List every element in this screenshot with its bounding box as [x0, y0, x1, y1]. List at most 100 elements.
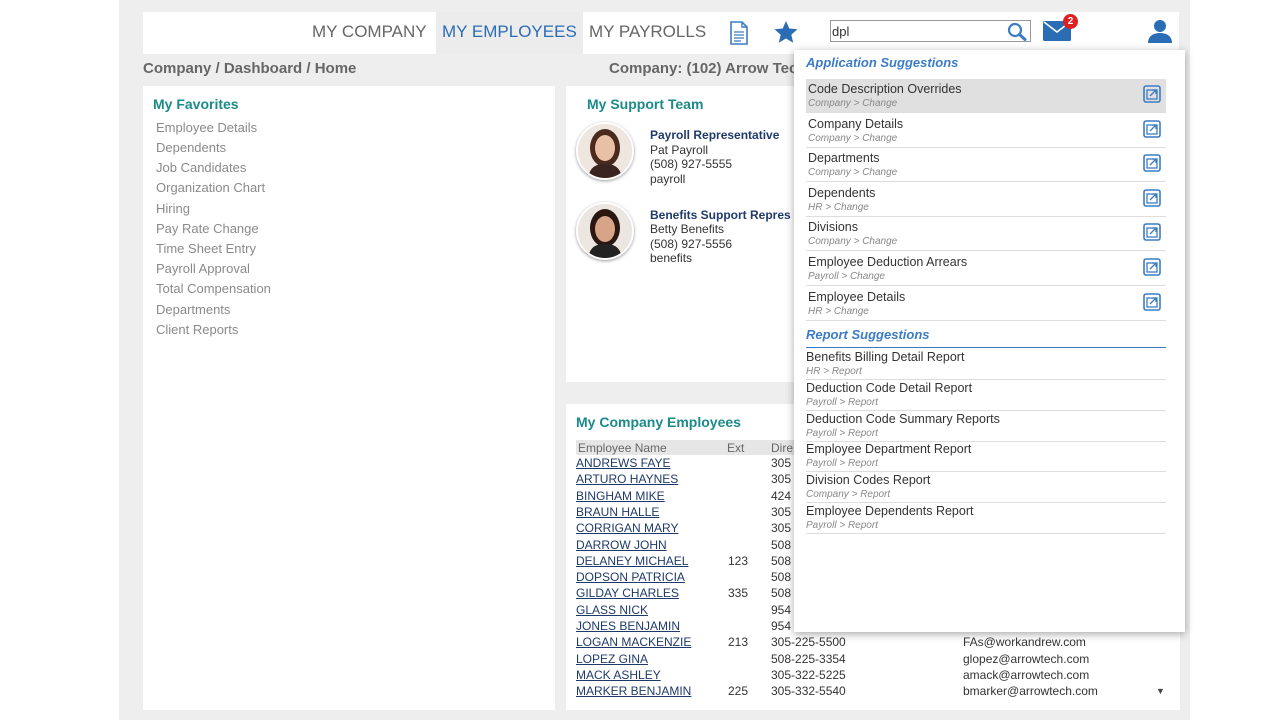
employee-name-link[interactable]: JONES BENJAMIN [576, 619, 680, 633]
employee-name-link[interactable]: BRAUN HALLE [576, 505, 659, 519]
support-email[interactable]: payroll [650, 172, 685, 186]
support-name: Betty Benefits [650, 222, 725, 236]
search-input[interactable] [831, 21, 1002, 40]
suggestion-title: Employee Department Report [806, 442, 972, 457]
open-window-icon[interactable] [1143, 119, 1161, 141]
favorites-panel: My Favorites Employee Details Dependents… [143, 86, 555, 710]
nav-my-employees[interactable]: MY EMPLOYEES [436, 12, 583, 54]
application-suggestions-title: Application Suggestions [806, 55, 959, 70]
favorite-organization-chart[interactable]: Organization Chart [156, 180, 265, 195]
column-header-employee-name[interactable]: Employee Name [578, 441, 667, 455]
employee-name-link[interactable]: LOGAN MACKENZIE [576, 635, 691, 649]
suggestion-path: Payroll > Report [806, 520, 878, 531]
suggestion-path: Company > Change [808, 236, 898, 248]
favorite-client-reports[interactable]: Client Reports [156, 322, 238, 337]
employee-phone: 305 [771, 505, 792, 519]
favorite-dependents[interactable]: Dependents [156, 140, 226, 155]
application-suggestion-item[interactable]: Code Description Overrides Company > Chan… [806, 79, 1166, 113]
suggestion-path: HR > Report [806, 366, 862, 377]
employee-name-link[interactable]: MARKER BENJAMIN [576, 684, 691, 698]
open-window-icon[interactable] [1143, 258, 1161, 279]
application-suggestion-item[interactable]: Departments Company > Change [806, 148, 1166, 183]
employee-name-link[interactable]: CORRIGAN MARY [576, 521, 678, 535]
favorite-time-sheet-entry[interactable]: Time Sheet Entry [156, 241, 256, 256]
application-suggestion-item[interactable]: Divisions Company > Change [806, 217, 1166, 252]
employee-phone: 305-322-5225 [771, 668, 846, 682]
open-window-icon[interactable] [1143, 292, 1161, 314]
suggestion-title: Benefits Billing Detail Report [806, 350, 965, 364]
application-suggestion-item[interactable]: Employee Deduction Arrears Payroll > Chan… [806, 252, 1166, 286]
employee-phone: 305-332-5540 [771, 684, 846, 698]
employee-email: amack@arrowtech.com [963, 668, 1090, 682]
column-header-direct[interactable]: Dire [771, 441, 793, 455]
employee-name-link[interactable]: MACK ASHLEY [576, 668, 661, 682]
report-suggestion-item[interactable]: Benefits Billing Detail Report HR > Repor… [806, 349, 1166, 380]
employee-name-link[interactable]: GLASS NICK [576, 603, 648, 617]
employees-title: My Company Employees [576, 414, 741, 430]
support-email[interactable]: benefits [650, 251, 692, 265]
suggestion-path: Company > Change [808, 132, 898, 144]
suggestion-path: Payroll > Report [806, 458, 878, 470]
suggestion-title: Company Details [808, 116, 904, 131]
company-label: Company: (102) Arrow Tec [609, 60, 798, 77]
suggestion-title: Employee Dependents Report [806, 504, 974, 518]
suggestion-path: HR > Change [808, 201, 869, 213]
scroll-down-icon[interactable]: ▼ [1156, 686, 1165, 696]
report-suggestion-item[interactable]: Employee Department Report Payroll > Repo… [806, 441, 1166, 473]
favorite-total-compensation[interactable]: Total Compensation [156, 281, 271, 296]
employee-name-link[interactable]: BINGHAM MIKE [576, 489, 665, 503]
favorite-hiring[interactable]: Hiring [156, 201, 190, 216]
suggestion-path: Company > Change [808, 167, 898, 179]
star-icon[interactable] [773, 20, 799, 48]
employee-ext: 225 [728, 684, 749, 698]
favorite-payroll-approval[interactable]: Payroll Approval [156, 261, 250, 276]
employee-name-link[interactable]: GILDAY CHARLES [576, 586, 679, 600]
suggestion-title: Departments [808, 151, 880, 166]
application-suggestion-item[interactable]: Company Details Company > Change [806, 114, 1166, 148]
suggestion-title: Code Description Overrides [808, 82, 962, 96]
report-suggestion-item[interactable]: Deduction Code Detail Report Payroll > Re… [806, 380, 1166, 411]
favorite-employee-details[interactable]: Employee Details [156, 120, 257, 135]
suggestion-path: HR > Change [808, 305, 869, 317]
employee-phone: 508 [771, 554, 792, 568]
employee-phone: 508 [771, 586, 792, 600]
report-suggestion-item[interactable]: Deduction Code Summary Reports Payroll > … [806, 411, 1166, 442]
employee-phone: 508-225-3354 [771, 652, 846, 666]
employee-name-link[interactable]: ANDREWS FAYE [576, 456, 670, 470]
employee-ext: 123 [728, 554, 749, 568]
report-suggestion-item[interactable]: Division Codes Report Company > Report [806, 472, 1166, 504]
nav-my-payrolls[interactable]: MY PAYROLLS [583, 12, 712, 54]
employee-phone: 305 [771, 456, 792, 470]
suggestion-title: Deduction Code Summary Reports [806, 411, 1000, 426]
nav-my-company[interactable]: MY COMPANY [306, 12, 433, 54]
suggestion-path: Payroll > Change [808, 271, 885, 282]
column-header-ext[interactable]: Ext [727, 441, 744, 455]
suggestion-path: Company > Change [808, 98, 898, 109]
suggestion-title: Divisions [808, 220, 859, 235]
employee-name-link[interactable]: ARTURO HAYNES [576, 472, 678, 486]
search-icon[interactable] [1007, 22, 1027, 44]
suggestion-title: Dependents [808, 185, 876, 200]
employee-name-link[interactable]: DARROW JOHN [576, 538, 667, 552]
employee-ext: 213 [728, 635, 749, 649]
favorite-pay-rate-change[interactable]: Pay Rate Change [156, 221, 259, 236]
employee-name-link[interactable]: LOPEZ GINA [576, 652, 648, 666]
open-window-icon[interactable] [1143, 85, 1161, 106]
report-suggestion-item[interactable]: Employee Dependents Report Payroll > Repo… [806, 503, 1166, 534]
favorite-job-candidates[interactable]: Job Candidates [156, 160, 246, 175]
open-window-icon[interactable] [1143, 223, 1161, 244]
document-icon[interactable] [729, 21, 749, 48]
support-title: My Support Team [587, 96, 704, 112]
employee-name-link[interactable]: DOPSON PATRICIA [576, 570, 685, 584]
favorites-title: My Favorites [153, 96, 239, 112]
application-suggestion-item[interactable]: Dependents HR > Change [806, 183, 1166, 217]
open-window-icon[interactable] [1143, 154, 1161, 175]
employee-name-link[interactable]: DELANEY MICHAEL [576, 554, 688, 568]
avatar [576, 202, 634, 260]
open-window-icon[interactable] [1143, 188, 1161, 210]
employee-phone: 954 [771, 603, 792, 617]
user-icon[interactable] [1147, 19, 1173, 46]
application-suggestion-item[interactable]: Employee Details HR > Change [806, 287, 1166, 321]
favorite-departments[interactable]: Departments [156, 302, 230, 317]
support-role: Benefits Support Repres [650, 208, 791, 222]
